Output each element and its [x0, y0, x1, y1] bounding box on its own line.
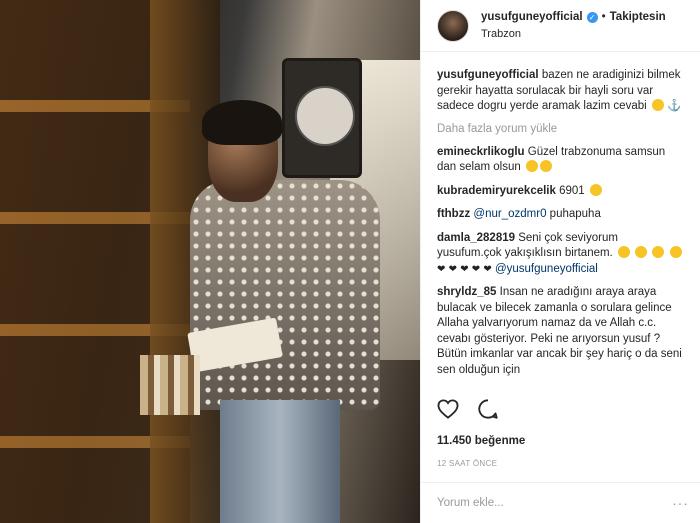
post-photo[interactable]	[0, 0, 420, 523]
comment-mention[interactable]: @nur_ozdmr0	[473, 208, 546, 220]
books-on-shelf	[140, 355, 200, 415]
post-side-panel: yusufguneyofficial ✓ • Takiptesin Trabzo…	[420, 0, 700, 523]
comment-item: shryldz_85 Insan ne aradığını araya aray…	[437, 285, 684, 378]
caption: yusufguneyofficial bazen ne aradiginizi …	[437, 68, 684, 115]
comment-input[interactable]	[437, 497, 657, 509]
following-button[interactable]: Takiptesin	[610, 10, 666, 25]
sunglasses-emoji-icon	[589, 183, 602, 196]
patterned-shirt	[190, 180, 380, 410]
comment-bubble-icon[interactable]	[477, 398, 499, 420]
header-info: yusufguneyofficial ✓ • Takiptesin Trabzo…	[481, 10, 666, 42]
add-comment-bar: ···	[421, 482, 700, 523]
post-header: yusufguneyofficial ✓ • Takiptesin Trabzo…	[421, 0, 700, 52]
likes-count[interactable]: 11.450 beğenme	[437, 435, 525, 447]
hair	[202, 100, 282, 145]
crying-emoji-icon	[539, 160, 552, 172]
separator-dot: •	[601, 10, 606, 23]
location-link[interactable]: Trabzon	[481, 27, 666, 42]
black-heart-icon: ❤	[483, 263, 492, 275]
post-timestamp[interactable]: 12 SAAT ÖNCE	[437, 459, 497, 468]
comment-text: 6901	[559, 184, 585, 197]
man-reading-book	[187, 100, 380, 523]
smile-emoji-icon	[651, 99, 664, 111]
kiss-emoji-icon	[652, 246, 665, 258]
comments-list: yusufguneyofficial bazen ne aradiginizi …	[421, 52, 700, 398]
comment-username[interactable]: fthbzz	[437, 208, 470, 220]
anchor-emoji-icon: ⚓	[667, 100, 682, 112]
more-options-icon[interactable]: ···	[672, 495, 689, 511]
caption-username[interactable]: yusufguneyofficial	[437, 69, 539, 81]
comment-mention[interactable]: @yusufguneyofficial	[495, 263, 598, 275]
avatar[interactable]	[437, 9, 469, 42]
comment-item: kubrademiryurekcelik 6901	[437, 183, 684, 200]
comment-text: puhapuha	[549, 208, 601, 220]
post-actions	[437, 398, 499, 420]
black-heart-icon: ❤	[437, 263, 446, 275]
comment-item: fthbzz @nur_ozdmr0 puhapuha	[437, 207, 684, 223]
comment-username[interactable]: shryldz_85	[437, 286, 496, 298]
comment-text: Insan ne aradığını araya araya bulacak v…	[437, 286, 682, 376]
comment-username[interactable]: kubrademiryurekcelik	[437, 185, 556, 197]
jeans	[220, 400, 340, 523]
comment-username[interactable]: damla_282819	[437, 232, 515, 244]
crying-emoji-icon	[525, 160, 538, 172]
comment-username[interactable]: emineckrlikoglu	[437, 146, 525, 158]
load-more-comments[interactable]: Daha fazla yorum yükle	[437, 123, 684, 135]
black-heart-icon: ❤	[448, 263, 457, 275]
heart-icon[interactable]	[437, 398, 459, 420]
comment-item: emineckrlikoglu Güzel trabzonuma samsun …	[437, 145, 684, 176]
black-heart-icon: ❤	[460, 263, 469, 275]
black-heart-icon: ❤	[471, 263, 481, 275]
kiss-emoji-icon	[635, 246, 648, 258]
username-link[interactable]: yusufguneyofficial	[481, 10, 583, 25]
comment-item: damla_282819 Seni çok seviyorum yusufum.…	[437, 231, 684, 278]
header-row: yusufguneyofficial ✓ • Takiptesin	[481, 10, 666, 25]
kiss-emoji-icon	[669, 246, 682, 258]
verified-badge-icon: ✓	[586, 11, 598, 23]
kiss-emoji-icon	[617, 246, 630, 258]
